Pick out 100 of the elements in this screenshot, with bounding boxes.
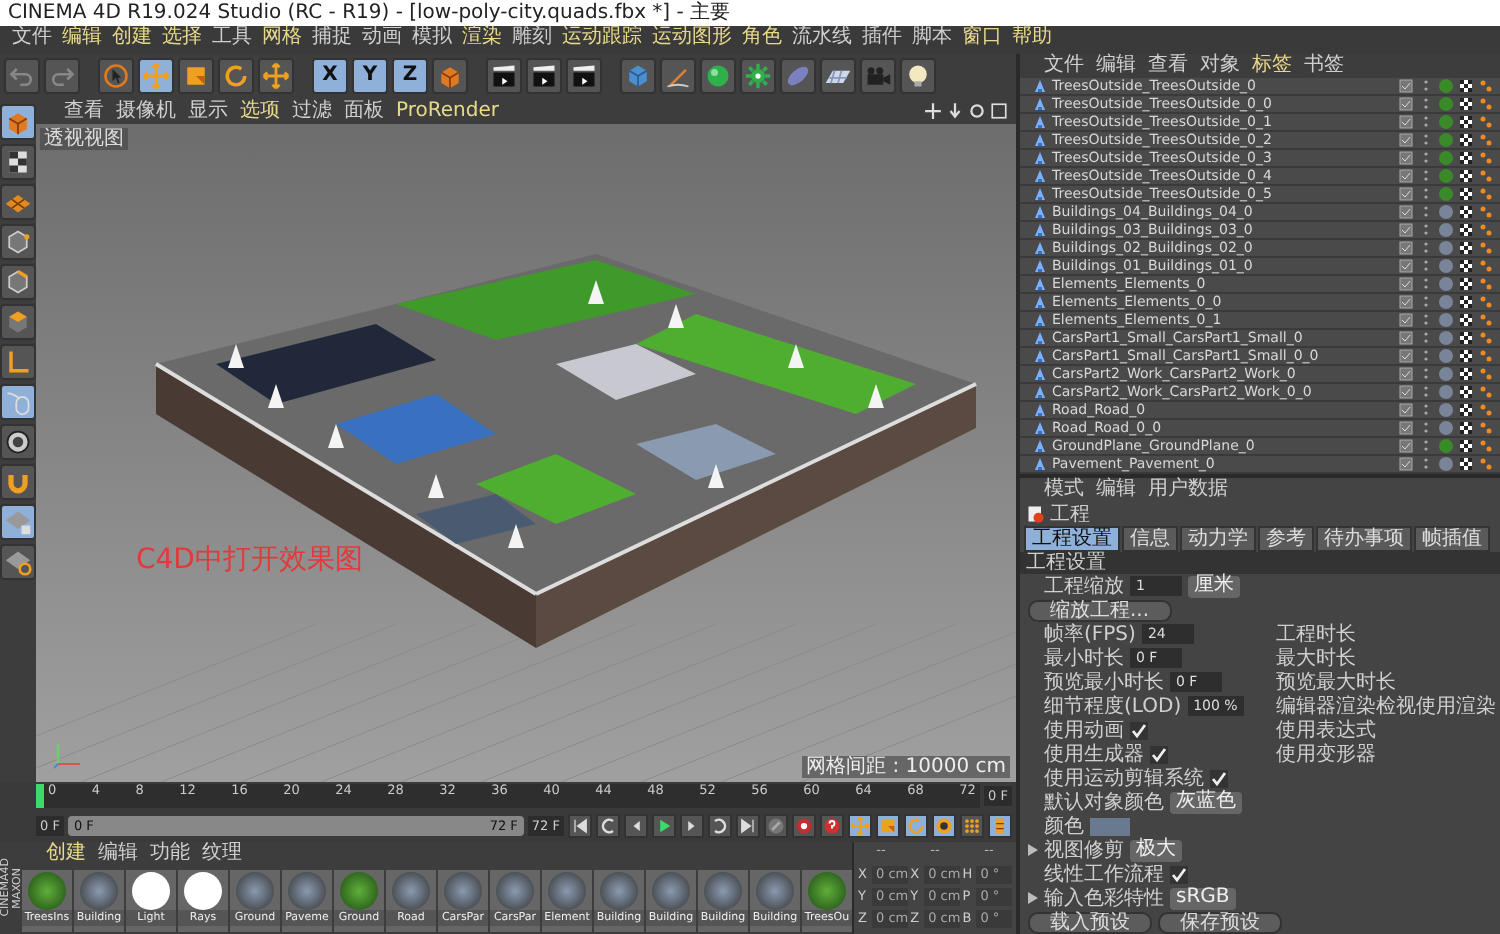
menu-item[interactable]: 雕刻 bbox=[512, 26, 552, 54]
checker-tag-icon[interactable] bbox=[1458, 258, 1474, 274]
current-frame-marker[interactable] bbox=[36, 783, 44, 807]
axis-lock-button[interactable]: X bbox=[312, 58, 348, 94]
tab[interactable]: 工程设置 bbox=[1024, 526, 1120, 552]
previous-frame-icon[interactable] bbox=[624, 813, 648, 837]
checker-tag-icon[interactable] bbox=[1458, 150, 1474, 166]
checkbox-icon[interactable] bbox=[1398, 258, 1414, 274]
checkbox-icon[interactable] bbox=[1398, 276, 1414, 292]
material-menu-item[interactable]: 纹理 bbox=[202, 842, 242, 866]
checker-tag-icon[interactable] bbox=[1458, 420, 1474, 436]
menu-item[interactable]: 模拟 bbox=[412, 26, 452, 54]
attribute-menu-item[interactable]: 用户数据 bbox=[1148, 478, 1228, 502]
viewport-menu-item[interactable]: 面板 bbox=[344, 100, 384, 122]
checker-tag-icon[interactable] bbox=[1458, 312, 1474, 328]
axis-icon[interactable] bbox=[0, 344, 36, 380]
checkbox-icon[interactable] bbox=[1398, 438, 1414, 454]
scale-icon[interactable] bbox=[876, 813, 900, 837]
checkbox-icon[interactable] bbox=[1398, 222, 1414, 238]
axis-lock-button[interactable]: Y bbox=[352, 58, 388, 94]
checkbox-icon[interactable] bbox=[1398, 114, 1414, 130]
color-swatch[interactable] bbox=[1090, 817, 1130, 835]
tab[interactable]: 帧插值 bbox=[1414, 526, 1490, 552]
tab[interactable]: 动力学 bbox=[1180, 526, 1256, 552]
checker-tag-icon[interactable] bbox=[1458, 96, 1474, 112]
checker-tag-icon[interactable] bbox=[1458, 330, 1474, 346]
attribute-menu-item[interactable]: 模式 bbox=[1044, 478, 1084, 502]
checker-tag-icon[interactable] bbox=[1458, 276, 1474, 292]
cube-icon[interactable] bbox=[0, 264, 36, 300]
floor-icon[interactable] bbox=[820, 58, 856, 94]
menu-item[interactable]: 创建 bbox=[112, 26, 152, 54]
unit-dropdown[interactable]: 厘米 bbox=[1188, 575, 1240, 597]
checker-tag-icon[interactable] bbox=[1458, 114, 1474, 130]
object-menu-item[interactable]: 对象 bbox=[1200, 54, 1240, 78]
back-key-icon[interactable] bbox=[596, 813, 620, 837]
cube-icon[interactable] bbox=[620, 58, 656, 94]
object-menu-item[interactable]: 标签 bbox=[1252, 54, 1292, 78]
arrow-down-icon[interactable] bbox=[946, 102, 964, 120]
checker-tag-icon[interactable] bbox=[1458, 456, 1474, 472]
checkbox[interactable] bbox=[1210, 769, 1228, 787]
grid-lock-icon[interactable] bbox=[0, 504, 36, 540]
menu-item[interactable]: 帮助 bbox=[1012, 26, 1052, 54]
checkbox-icon[interactable] bbox=[1398, 204, 1414, 220]
checker-tag-icon[interactable] bbox=[1458, 384, 1474, 400]
grid-plane-icon[interactable] bbox=[0, 184, 36, 220]
move-icon[interactable] bbox=[848, 813, 872, 837]
light-bulb-icon[interactable] bbox=[900, 58, 936, 94]
axis-lock-button[interactable]: Z bbox=[392, 58, 428, 94]
checkbox-icon[interactable] bbox=[1398, 240, 1414, 256]
clapperboard-icon[interactable] bbox=[526, 58, 562, 94]
record-icon[interactable] bbox=[792, 813, 816, 837]
material-menu-item[interactable]: 编辑 bbox=[98, 842, 138, 866]
scale-icon[interactable] bbox=[178, 58, 214, 94]
menu-item[interactable]: 网格 bbox=[262, 26, 302, 54]
checker-tag-icon[interactable] bbox=[1458, 294, 1474, 310]
menu-item[interactable]: 角色 bbox=[742, 26, 782, 54]
checkbox-icon[interactable] bbox=[1398, 168, 1414, 184]
menu-item[interactable]: 运动图形 bbox=[652, 26, 732, 54]
menu-item[interactable]: 文件 bbox=[12, 26, 52, 54]
checkbox[interactable] bbox=[1150, 745, 1168, 763]
checkbox-icon[interactable] bbox=[1398, 96, 1414, 112]
viewport-menu-item[interactable]: 选项 bbox=[240, 100, 280, 122]
menu-item[interactable]: 工具 bbox=[212, 26, 252, 54]
circle-icon[interactable] bbox=[0, 424, 36, 460]
checker-tag-icon[interactable] bbox=[1458, 366, 1474, 382]
checker-tag-icon[interactable] bbox=[1458, 240, 1474, 256]
expand-arrow-icon[interactable] bbox=[1028, 892, 1038, 904]
menu-item[interactable]: 脚本 bbox=[912, 26, 952, 54]
first-frame-icon[interactable] bbox=[568, 813, 592, 837]
key-icon[interactable] bbox=[764, 813, 788, 837]
next-key-icon[interactable] bbox=[708, 813, 732, 837]
checker-tag-icon[interactable] bbox=[1458, 348, 1474, 364]
object-menu-item[interactable]: 书签 bbox=[1304, 54, 1344, 78]
rotate-icon[interactable] bbox=[904, 813, 928, 837]
menu-item[interactable]: 渲染 bbox=[462, 26, 502, 54]
last-frame-icon[interactable] bbox=[736, 813, 760, 837]
viewport-menu-item[interactable]: 过滤 bbox=[292, 100, 332, 122]
dropdown[interactable]: sRGB bbox=[1170, 887, 1236, 909]
scale-project-button[interactable]: 缩放工程... bbox=[1028, 599, 1172, 621]
checkbox-icon[interactable] bbox=[1398, 384, 1414, 400]
checkbox-icon[interactable] bbox=[1398, 312, 1414, 328]
grid-gear-icon[interactable] bbox=[0, 544, 36, 580]
menu-item[interactable]: 窗口 bbox=[962, 26, 1002, 54]
checkbox-icon[interactable] bbox=[1398, 132, 1414, 148]
tab[interactable]: 待办事项 bbox=[1316, 526, 1412, 552]
checkbox-icon[interactable] bbox=[1398, 420, 1414, 436]
timeline-icon[interactable] bbox=[988, 813, 1012, 837]
checkbox-icon[interactable] bbox=[1398, 294, 1414, 310]
checkbox-icon[interactable] bbox=[1398, 366, 1414, 382]
move-icon[interactable] bbox=[258, 58, 294, 94]
tab[interactable]: 信息 bbox=[1122, 526, 1178, 552]
viewport-menu-item[interactable]: 摄像机 bbox=[116, 100, 176, 122]
checker-tag-icon[interactable] bbox=[1458, 168, 1474, 184]
dots-grid-icon[interactable] bbox=[960, 813, 984, 837]
move-icon[interactable] bbox=[138, 58, 174, 94]
viewport-menu-item[interactable]: 查看 bbox=[64, 100, 104, 122]
checker-tag-icon[interactable] bbox=[1458, 222, 1474, 238]
checkbox[interactable] bbox=[1170, 865, 1188, 883]
checkbox-icon[interactable] bbox=[1398, 186, 1414, 202]
checkbox-icon[interactable] bbox=[1398, 456, 1414, 472]
